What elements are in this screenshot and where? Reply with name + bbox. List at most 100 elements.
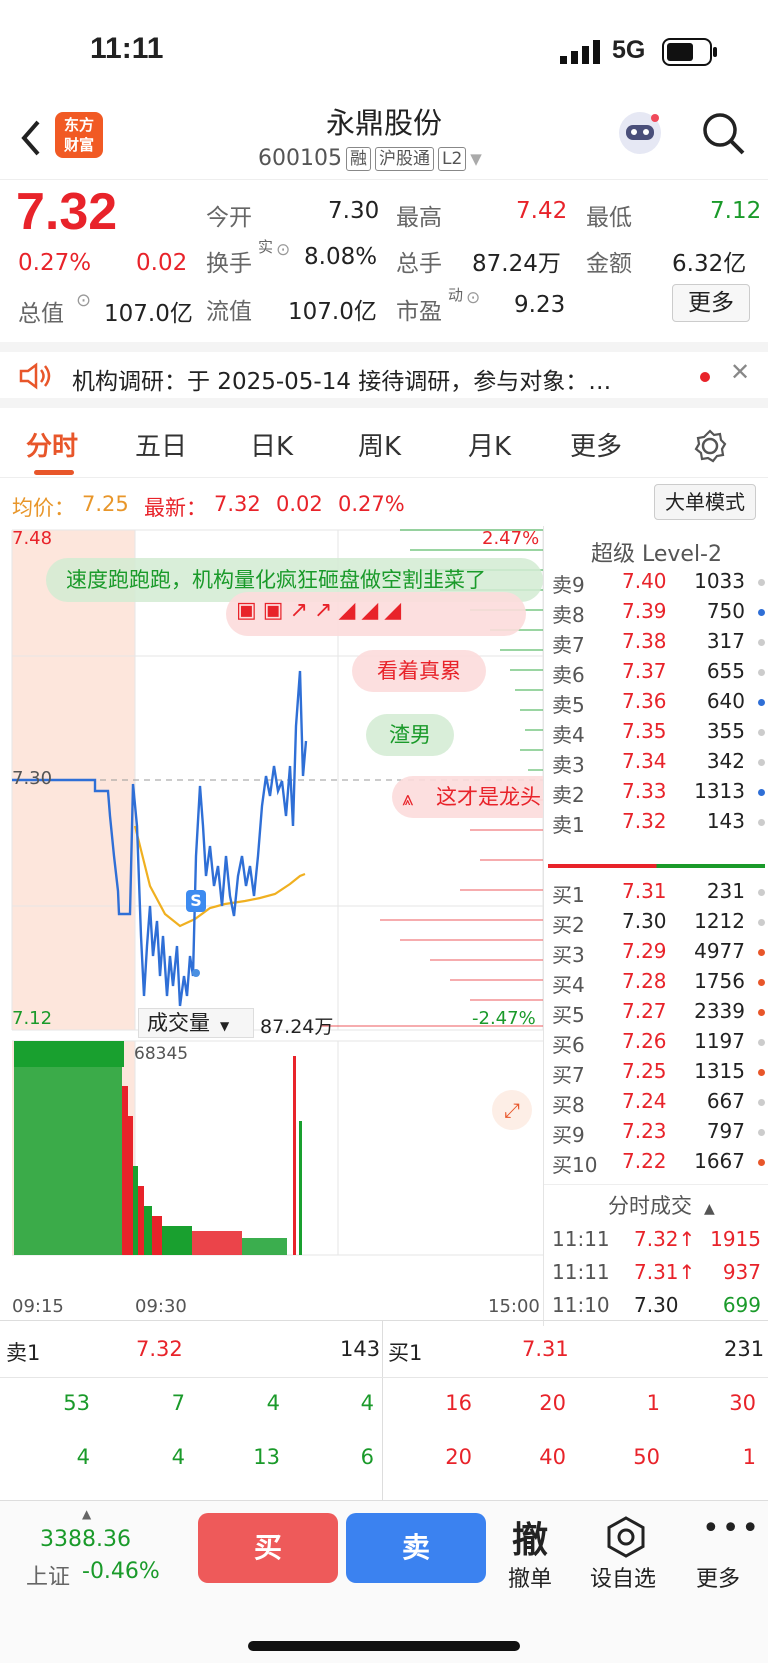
bid-level: 买2 (552, 913, 585, 937)
open-label: 今开 (206, 205, 252, 231)
volume-selector[interactable]: 成交量 ▼ (138, 1008, 254, 1038)
price-chart-svg (11, 529, 543, 1256)
change-value: 0.02 (136, 250, 188, 276)
sell-button[interactable]: 卖 (346, 1513, 486, 1583)
bid-price: 7.31 (622, 879, 667, 903)
close-icon[interactable]: ✕ (730, 358, 750, 386)
bid-queue-order: 30 (729, 1391, 756, 1415)
ask-dot (758, 729, 765, 736)
comment-bubble[interactable]: 这才是龙头 (392, 776, 543, 818)
ask-row[interactable]: 卖3 7.34 342 (544, 746, 768, 777)
tag-l2: L2 (437, 146, 467, 171)
time-close: 15:00 (488, 1296, 540, 1317)
add-watchlist-icon[interactable] (604, 1515, 648, 1559)
tick-price: 7.31↑ (634, 1260, 696, 1284)
notice-text: 机构调研：于 2025-05-14 接待调研，参与对象：… (72, 369, 612, 395)
level2-title: 超级 Level-2 (590, 542, 722, 567)
ratio-bar (548, 864, 765, 868)
last-label: 最新： (144, 496, 207, 520)
bid-row[interactable]: 买8 7.24 667 (544, 1086, 768, 1117)
bid-volume: 1756 (694, 969, 745, 993)
bid-volume: 667 (706, 1089, 745, 1113)
bid-row[interactable]: 买9 7.23 797 (544, 1116, 768, 1147)
ask-row[interactable]: 卖6 7.37 655 (544, 656, 768, 687)
index-value[interactable]: 3388.36 (40, 1527, 131, 1552)
bid-price: 7.27 (622, 999, 667, 1023)
tick-row: 11:10 7.30 699 (544, 1290, 768, 1321)
info-icon[interactable]: ⊙ (276, 240, 290, 260)
tab-5day[interactable]: 五日 (135, 426, 187, 463)
more-quote-button[interactable]: 更多 (672, 284, 750, 322)
comment-bubble[interactable]: 渣男 (366, 714, 454, 756)
ask-row[interactable]: 卖4 7.35 355 (544, 716, 768, 747)
ask-dot (758, 789, 765, 796)
settings-icon[interactable] (692, 428, 728, 464)
info-icon[interactable]: ⊙ (466, 288, 480, 308)
intraday-chart[interactable]: 7.48 7.30 7.12 2.47% -2.47% 速度跑跑跑，机构量化疯狂… (0, 526, 543, 1326)
bid-row[interactable]: 买7 7.25 1315 (544, 1056, 768, 1087)
bid-row[interactable]: 买4 7.28 1756 (544, 966, 768, 997)
big-order-mode-button[interactable]: 大单模式 (654, 484, 756, 520)
bid-row[interactable]: 买10 7.22 1667 (544, 1146, 768, 1177)
ask-dot (758, 579, 765, 586)
chevron-up-icon[interactable]: ▲ (82, 1507, 91, 1521)
ask-row[interactable]: 卖7 7.38 317 (544, 626, 768, 657)
bid-row[interactable]: 买5 7.27 2339 (544, 996, 768, 1027)
notice-bar[interactable]: 机构调研：于 2025-05-14 接待调研，参与对象：… ✕ (0, 342, 768, 408)
info-icon[interactable]: ⊙ (76, 290, 91, 311)
bid-level: 买9 (552, 1123, 585, 1147)
tab-monthly[interactable]: 月K (468, 426, 511, 463)
y-max: 7.48 (12, 528, 53, 549)
bid-row[interactable]: 买6 7.26 1197 (544, 1026, 768, 1057)
bid-queue-order: 1 (742, 1445, 756, 1469)
buy-button[interactable]: 买 (198, 1513, 338, 1583)
tick-time: 11:11 (552, 1260, 610, 1284)
tab-more[interactable]: 更多 (570, 426, 622, 463)
bid-level: 买7 (552, 1063, 585, 1087)
volume-bars (14, 1041, 302, 1255)
ask-volume: 355 (706, 719, 745, 743)
more-icon[interactable]: ••• (702, 1511, 761, 1546)
chart-legend: 均价： 7.25 最新： 7.32 0.02 0.27% 大单模式 (0, 480, 768, 526)
ask-row[interactable]: 卖8 7.39 750 (544, 596, 768, 627)
total-value-label: 总值 (18, 301, 64, 327)
s-marker[interactable]: S (186, 890, 206, 912)
bid-row[interactable]: 买1 7.31 231 (544, 876, 768, 907)
ask-row[interactable]: 卖2 7.33 1313 (544, 776, 768, 807)
ask-level: 卖7 (552, 633, 585, 657)
bid-queue-order: 20 (445, 1445, 472, 1469)
index-pct[interactable]: -0.46% (82, 1559, 160, 1584)
index-name[interactable]: 上证 (26, 1559, 70, 1591)
bid-level: 买1 (552, 883, 585, 907)
volume-total: 87.24万 (260, 1016, 334, 1038)
dropdown-icon[interactable]: ▼ (470, 150, 482, 168)
robot-assistant-icon[interactable] (615, 108, 665, 158)
tab-daily[interactable]: 日K (250, 426, 293, 463)
cancel-order-icon[interactable]: 撤 (512, 1511, 548, 1563)
bid-row[interactable]: 买2 7.30 1212 (544, 906, 768, 937)
bid-price: 7.23 (622, 1119, 667, 1143)
tab-weekly[interactable]: 周K (358, 426, 401, 463)
expand-icon[interactable]: ⤢ (492, 1090, 532, 1130)
ask-queue-order: 6 (360, 1445, 374, 1469)
bid-price: 7.25 (622, 1059, 667, 1083)
tab-intraday[interactable]: 分时 (26, 426, 78, 463)
cancel-order-button[interactable]: 撤单 (508, 1561, 552, 1593)
queue-ask-price: 7.32 (136, 1337, 183, 1361)
ask-row[interactable]: 卖9 7.40 1033 (544, 566, 768, 597)
search-icon[interactable] (700, 110, 746, 156)
quote-panel: 7.32 0.27% 0.02 总值 ⊙ 107.0亿 今开 7.30 最高 7… (0, 182, 768, 332)
ask-level: 卖1 (552, 813, 585, 837)
bid-dot (758, 979, 765, 986)
more-button[interactable]: 更多 (696, 1561, 740, 1593)
low-value: 7.12 (710, 198, 762, 224)
time-open: 09:30 (135, 1296, 187, 1317)
add-watchlist-button[interactable]: 设自选 (590, 1561, 656, 1593)
bid-row[interactable]: 买3 7.29 4977 (544, 936, 768, 967)
comment-bubble[interactable]: 看着真累 (352, 650, 486, 692)
ticks-title[interactable]: 分时成交 ▲ (608, 1190, 715, 1220)
ask-row[interactable]: 卖1 7.32 143 (544, 806, 768, 837)
float-value-label: 流值 (206, 299, 252, 325)
signal-icon (560, 40, 600, 64)
ask-row[interactable]: 卖5 7.36 640 (544, 686, 768, 717)
